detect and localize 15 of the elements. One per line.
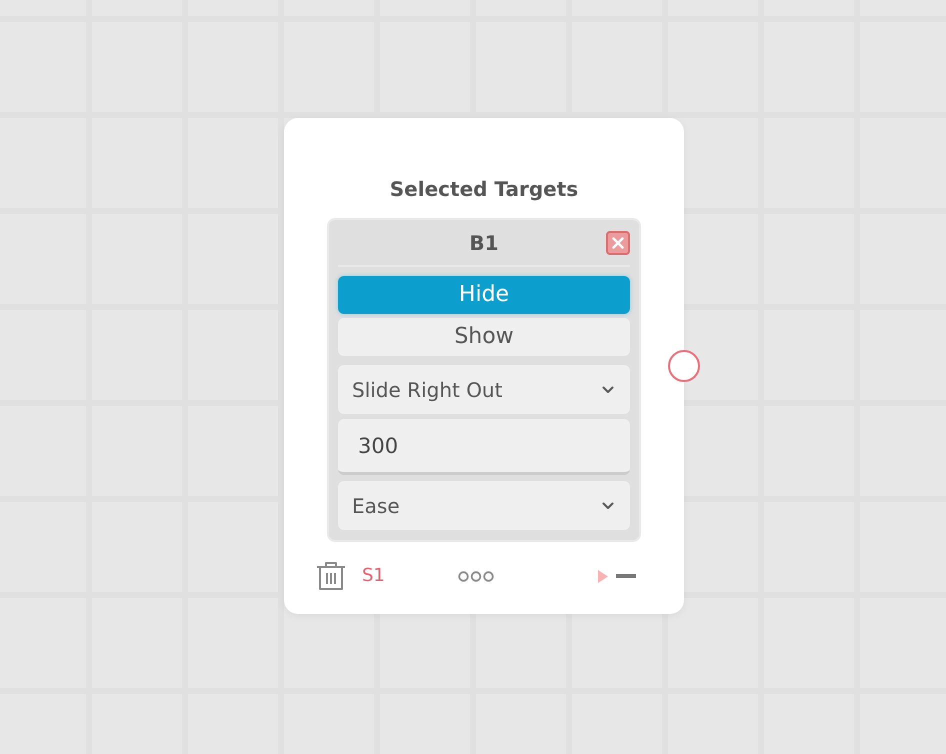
animation-dropdown[interactable]: Slide Right Out [338,365,630,414]
more-icon[interactable] [458,570,494,582]
connector-port-handle[interactable] [668,350,700,382]
chevron-down-icon [602,386,614,394]
trash-icon[interactable] [315,561,347,591]
remove-target-button[interactable] [606,230,630,254]
close-icon [612,236,624,248]
duration-input[interactable]: 300 [338,419,630,475]
step-label: S1 [362,565,385,587]
play-icon[interactable] [598,570,608,582]
visibility-option-button[interactable]: Show [338,318,630,356]
target-name: B1 [469,230,499,254]
easing-dropdown[interactable]: Ease [338,481,630,530]
node-title: Selected Targets [388,176,580,203]
chevron-down-icon [602,502,614,510]
